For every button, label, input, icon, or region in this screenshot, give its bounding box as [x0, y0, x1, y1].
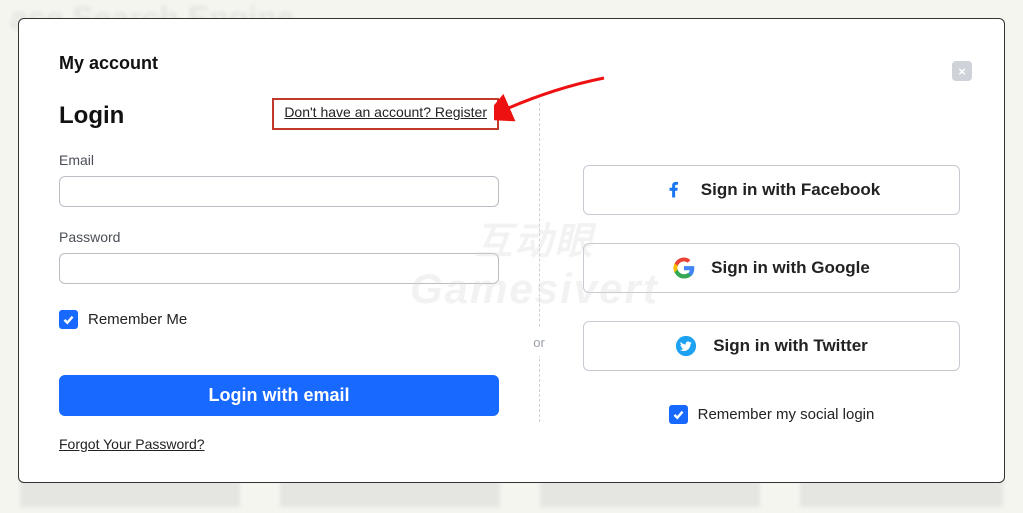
facebook-signin-button[interactable]: Sign in with Facebook — [583, 165, 960, 215]
twitter-signin-button[interactable]: Sign in with Twitter — [583, 321, 960, 371]
remember-social-checkbox[interactable] — [669, 405, 688, 424]
register-highlight-box: Don't have an account? Register — [272, 98, 499, 130]
checkmark-icon — [672, 408, 685, 421]
login-modal: × My account Login Don't have an account… — [18, 18, 1005, 483]
login-email-button[interactable]: Login with email — [59, 375, 499, 416]
social-login-column: Sign in with Facebook Sign in with Googl… — [579, 53, 964, 452]
facebook-signin-label: Sign in with Facebook — [701, 180, 880, 200]
remember-me-checkbox[interactable] — [59, 310, 78, 329]
remember-me-label: Remember Me — [88, 311, 187, 328]
facebook-icon — [663, 179, 685, 201]
remember-social-label: Remember my social login — [698, 406, 875, 423]
login-heading: Login — [59, 102, 124, 130]
close-icon: × — [958, 64, 966, 79]
login-form-column: My account Login Don't have an account? … — [59, 53, 499, 452]
google-signin-button[interactable]: Sign in with Google — [583, 243, 960, 293]
account-title: My account — [59, 53, 499, 74]
vertical-divider — [539, 103, 540, 422]
or-label: or — [527, 329, 551, 356]
divider-column: or — [499, 53, 579, 452]
checkmark-icon — [62, 313, 75, 326]
google-icon — [673, 257, 695, 279]
email-input[interactable] — [59, 176, 499, 207]
password-input[interactable] — [59, 253, 499, 284]
email-label: Email — [59, 152, 499, 168]
twitter-signin-label: Sign in with Twitter — [713, 336, 868, 356]
register-link[interactable]: Don't have an account? Register — [284, 104, 487, 120]
password-label: Password — [59, 229, 499, 245]
forgot-password-link[interactable]: Forgot Your Password? — [59, 436, 205, 452]
twitter-icon — [675, 335, 697, 357]
close-button[interactable]: × — [952, 61, 972, 81]
google-signin-label: Sign in with Google — [711, 258, 870, 278]
